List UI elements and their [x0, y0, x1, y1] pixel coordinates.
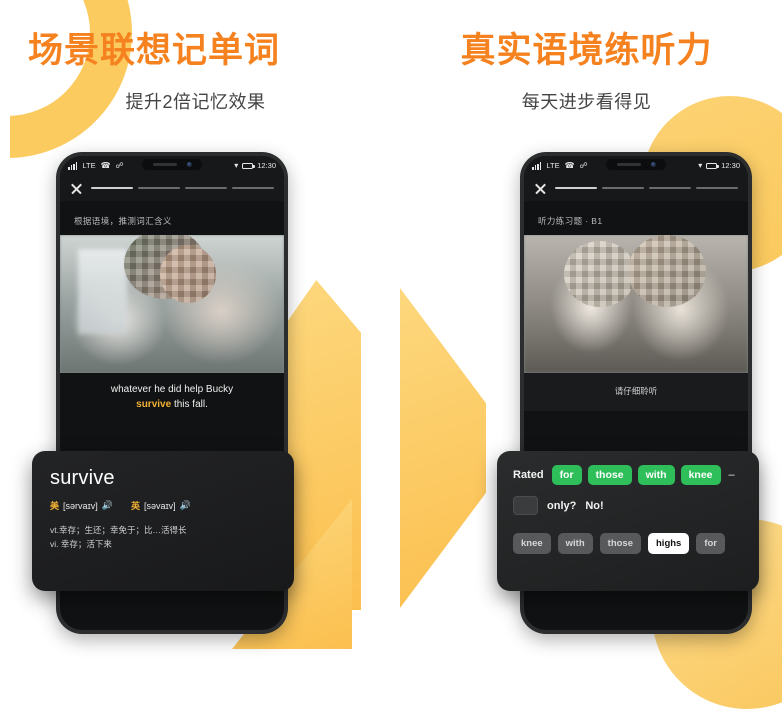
pronunciation-uk: 英 [səvaɪv] 🔊 [131, 499, 191, 512]
network-label: LTE [546, 161, 560, 170]
word-detail-card: survive 美 [sərvaɪv] 🔊 英 [səvaɪv] 🔊 vt.幸存… [32, 451, 294, 591]
pron-region-label-us: 美 [50, 501, 60, 511]
mosaic-blur-face [160, 245, 216, 303]
context-hint-left: 根据语境，推测词汇含义 [74, 216, 172, 226]
clock-label: 12:30 [721, 161, 740, 170]
word-bank-chip[interactable]: with [557, 533, 593, 554]
word-bank-chip[interactable]: knee [513, 533, 551, 554]
phone-notch [142, 159, 202, 170]
mosaic-blur-region [564, 241, 636, 307]
page-title-left: 场景联想记单词 [28, 31, 281, 70]
close-icon[interactable] [70, 182, 83, 195]
phone-signal-icon: ☎ [564, 160, 575, 170]
filled-word-chip[interactable]: those [587, 465, 632, 485]
front-camera-icon [650, 162, 656, 167]
speaker-icon-uk[interactable]: 🔊 [180, 501, 191, 510]
sentence-dash: – [728, 469, 735, 481]
definition-list: vt.幸存；生还；幸免于；比…活得长 vi. 幸存；活下来 [50, 523, 276, 551]
definition-line: vi. 幸存；活下来 [50, 539, 112, 550]
front-camera-icon [186, 162, 192, 167]
listening-caption: 请仔细聆听 [524, 373, 748, 411]
network-label: LTE [82, 161, 96, 170]
wifi-icon: ▾ [698, 160, 703, 170]
sentence-tail-2: No! [585, 499, 604, 512]
progress-segments-right[interactable] [555, 187, 738, 189]
subtitle-line-1: whatever he did help Bucky [110, 384, 234, 395]
sentence-lead-word: Rated [513, 469, 544, 481]
close-icon[interactable] [534, 182, 547, 195]
speaker-icon-us[interactable]: 🔊 [102, 501, 113, 510]
word-bank-chip[interactable]: for [696, 533, 726, 554]
pronunciation-row: 美 [sərvaɪv] 🔊 英 [səvaɪv] 🔊 [50, 499, 276, 512]
player-topbar-left [60, 175, 284, 201]
word-bank: knee with those highs for [513, 533, 743, 554]
context-hint-right: 听力练习题 · B1 [538, 216, 603, 226]
bluetooth-icon: ☍ [115, 160, 124, 170]
video-frame-right[interactable] [524, 235, 748, 373]
bluetooth-icon: ☍ [579, 160, 588, 170]
earpiece-speaker [616, 163, 641, 166]
empty-answer-slot[interactable] [513, 496, 538, 515]
promo-stage: 场景联想记单词 提升2倍记忆效果 LTE ☎ ☍ ▾ 12:30 根据语境，推测… [0, 0, 782, 709]
word-bank-chip-selected[interactable]: highs [648, 533, 690, 554]
signal-bars-icon [68, 161, 78, 170]
status-bar-right: LTE ☎ ☍ ▾ 12:30 [524, 156, 748, 175]
filled-word-chip[interactable]: with [637, 465, 675, 485]
subtitle-line-2: survive this fall. [72, 398, 272, 413]
earpiece-speaker [152, 163, 177, 166]
phone-notch [606, 159, 666, 170]
definition-line: vt.幸存；生还；幸免于；比…活得长 [50, 525, 187, 535]
word-headword: survive [50, 467, 115, 489]
listening-exercise-card: Rated for those with knee – only? No! kn… [497, 451, 759, 591]
progress-segments-left[interactable] [91, 187, 274, 189]
subtitle-highlight-word[interactable]: survive [136, 399, 171, 410]
clock-label: 12:30 [257, 161, 276, 170]
mosaic-blur-face [628, 235, 706, 307]
battery-icon [706, 162, 719, 169]
page-subtitle-left: 提升2倍记忆效果 [125, 92, 266, 112]
player-topbar-right [524, 175, 748, 201]
pron-ipa-uk: [səvaɪv] [143, 500, 176, 511]
filled-word-chip[interactable]: knee [680, 465, 721, 485]
subtitle-block-left: whatever he did help Bucky survive this … [60, 373, 284, 424]
pronunciation-us: 美 [sərvaɪv] 🔊 [50, 499, 113, 512]
word-bank-chip[interactable]: those [599, 533, 641, 554]
page-title-right: 真实语境练听力 [460, 31, 713, 70]
sentence-row: Rated for those with knee – [513, 465, 743, 485]
pron-region-label-uk: 英 [130, 501, 140, 511]
pron-ipa-us: [sərvaɪv] [63, 500, 98, 511]
subtitle-line-2-rest: this fall. [171, 398, 208, 410]
page-subtitle-right: 每天进步看得见 [521, 92, 652, 112]
wifi-icon: ▾ [234, 160, 239, 170]
phone-signal-icon: ☎ [100, 160, 111, 170]
sentence-row-2: only? No! [513, 496, 743, 515]
filled-word-chip[interactable]: for [551, 465, 582, 485]
status-bar-left: LTE ☎ ☍ ▾ 12:30 [60, 156, 284, 175]
video-frame-left[interactable] [60, 235, 284, 373]
signal-bars-icon [532, 161, 542, 170]
sentence-tail-1: only? [547, 499, 577, 512]
battery-icon [242, 162, 255, 169]
